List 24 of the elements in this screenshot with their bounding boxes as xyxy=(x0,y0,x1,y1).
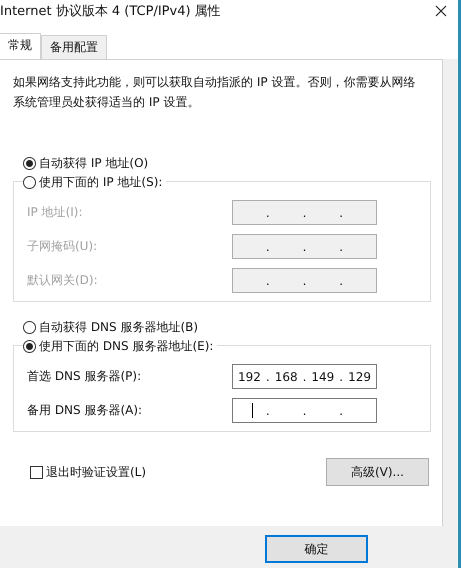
radio-label: 使用下面的 DNS 服务器地址(E): xyxy=(39,338,214,355)
tab[interactable]: 常规 xyxy=(0,33,41,59)
ok-button[interactable]: 确定 xyxy=(265,535,368,563)
checkbox[interactable] xyxy=(30,466,43,478)
field-label: IP 地址(I): xyxy=(27,204,83,221)
tab[interactable]: 备用配置 xyxy=(41,35,107,59)
radio-label: 自动获得 IP 地址(O) xyxy=(39,155,148,172)
description-text: 如果网络支持此功能，则可以获取自动指派的 IP 设置。否则，你需要从网络系统管理员处获得适当的 IP 设置。 xyxy=(13,74,416,111)
radio-button[interactable] xyxy=(23,176,36,189)
ip-address-field[interactable]: 192 . 168 . 149 . 129 xyxy=(232,364,377,389)
radio-button[interactable] xyxy=(23,321,36,334)
window-title: Internet 协议版本 4 (TCP/IPv4) 属性 xyxy=(0,3,221,20)
radio-button[interactable] xyxy=(23,340,36,353)
radio-label: 自动获得 DNS 服务器地址(B) xyxy=(39,319,198,336)
radio-label: 使用下面的 IP 地址(S): xyxy=(39,174,162,191)
field-label: 首选 DNS 服务器(P): xyxy=(27,368,142,385)
field-label: 默认网关(D): xyxy=(27,272,98,289)
ip-address-field[interactable]: . . . xyxy=(232,398,377,423)
checkbox-label: 退出时验证设置(L) xyxy=(46,464,146,480)
radio-button[interactable] xyxy=(23,157,36,170)
close-icon[interactable] xyxy=(435,5,447,17)
field-label: 备用 DNS 服务器(A): xyxy=(27,402,142,419)
field-label: 子网掩码(U): xyxy=(27,238,98,255)
advanced-button[interactable]: 高级(V)... xyxy=(326,458,429,486)
